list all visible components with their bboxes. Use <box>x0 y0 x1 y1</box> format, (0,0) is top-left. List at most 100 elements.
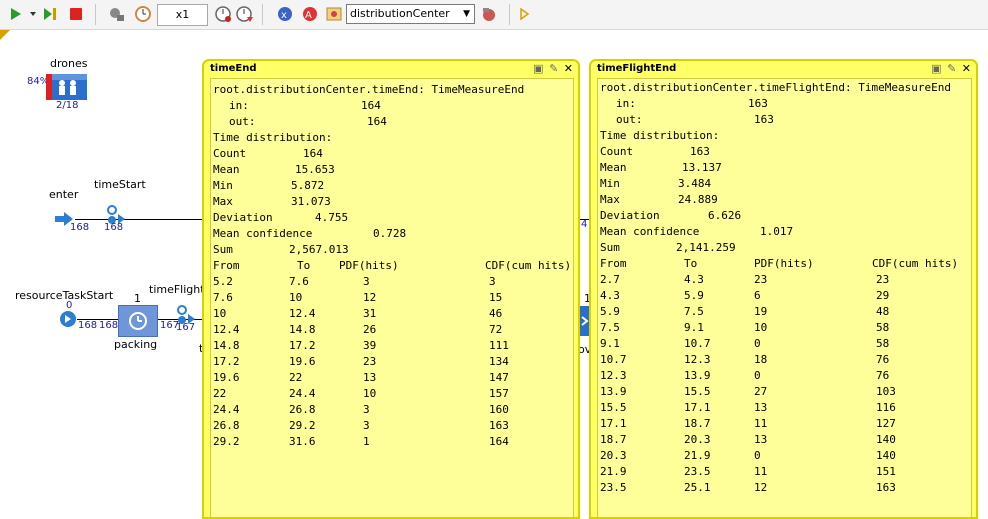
agent-select[interactable]: distributionCenter ▼ <box>346 4 475 24</box>
column-header: To <box>684 257 698 270</box>
bin-to: 5.9 <box>684 289 704 302</box>
svg-text:A: A <box>305 10 312 21</box>
out-value: 164 <box>367 115 387 128</box>
bin-to: 17.1 <box>684 401 711 414</box>
close-icon[interactable]: ✕ <box>962 62 972 75</box>
bin-from: 15.5 <box>600 401 627 414</box>
bin-pdf-hits: 12 <box>363 291 377 304</box>
minimize-icon[interactable]: ▣ <box>931 62 942 75</box>
distribution-label: Time distribution: <box>600 129 720 142</box>
bin-pdf-hits: 27 <box>754 385 768 398</box>
stat-value: 13.137 <box>682 161 722 174</box>
chevron-down-icon: ▼ <box>463 9 470 19</box>
in-label: in: <box>616 97 636 110</box>
bin-from: 2.7 <box>600 273 620 286</box>
bin-pdf-hits: 6 <box>754 289 761 302</box>
bin-to: 18.7 <box>684 417 711 430</box>
bin-pdf-hits: 13 <box>754 401 768 414</box>
speed-up-icon[interactable] <box>236 5 254 23</box>
stat-label: Deviation <box>213 211 273 224</box>
bin-to: 21.9 <box>684 449 711 462</box>
bin-cdf-hits: 76 <box>876 353 890 366</box>
bin-from: 17.1 <box>600 417 627 430</box>
stat-value: 31.073 <box>291 195 331 208</box>
bin-pdf-hits: 13 <box>754 433 768 446</box>
clock-icon <box>129 312 147 330</box>
bin-from: 10 <box>213 307 227 320</box>
bin-to: 10.7 <box>684 337 711 350</box>
clock-icon[interactable] <box>134 5 152 23</box>
slow-down-icon[interactable] <box>214 5 232 23</box>
navigate-icon[interactable]: x <box>276 5 294 23</box>
resource-task-start-icon[interactable] <box>59 310 77 328</box>
bin-pdf-hits: 13 <box>363 371 377 384</box>
bin-from: 12.3 <box>600 369 627 382</box>
bin-pdf-hits: 10 <box>363 387 377 400</box>
inspect-window-timeend[interactable]: timeEnd ▣ ✎ ✕ root.distributionCenter.ti… <box>202 59 580 519</box>
connections-icon[interactable] <box>108 5 126 23</box>
bin-pdf-hits: 11 <box>754 465 768 478</box>
bin-pdf-hits: 0 <box>754 369 761 382</box>
stat-label: Count <box>600 145 634 158</box>
stat-label: Max <box>213 195 233 208</box>
stat-value: 164 <box>303 147 323 160</box>
corner-marker-icon <box>0 30 10 40</box>
stat-label: Min <box>213 179 233 192</box>
toolbar: x1 x A distributionCenter ▼ <box>0 0 988 30</box>
out-label: out: <box>229 115 256 128</box>
bin-cdf-hits: 76 <box>876 369 890 382</box>
close-icon[interactable]: ✕ <box>564 62 574 75</box>
stat-value: 3.484 <box>678 177 712 190</box>
bin-to: 12.4 <box>289 307 316 320</box>
run-icon[interactable] <box>8 5 24 23</box>
view-icon[interactable]: A <box>301 5 319 23</box>
minimize-icon[interactable]: ▣ <box>533 62 544 75</box>
bin-pdf-hits: 23 <box>363 355 377 368</box>
run-dropdown-icon[interactable] <box>28 5 38 23</box>
bin-to: 14.8 <box>289 323 316 336</box>
stat-value: 2,141.259 <box>676 241 736 254</box>
stat-value: 2,567.013 <box>289 243 349 256</box>
bin-from: 18.7 <box>600 433 627 446</box>
bin-cdf-hits: 151 <box>876 465 896 478</box>
bin-cdf-hits: 157 <box>489 387 509 400</box>
log-icon[interactable] <box>518 5 532 23</box>
inspect-window-timeflightend[interactable]: timeFlightEnd ▣ ✎ ✕ root.distributionCen… <box>589 59 978 519</box>
connector <box>75 219 203 220</box>
bin-from: 21.9 <box>600 465 627 478</box>
bin-pdf-hits: 31 <box>363 307 377 320</box>
bin-from: 12.4 <box>213 323 240 336</box>
resourcetaskstart-left-count: 168 <box>78 320 98 331</box>
resource-pool-drones[interactable] <box>46 74 87 100</box>
bin-pdf-hits: 11 <box>754 417 768 430</box>
edge-count-fragment: 4 <box>581 219 588 230</box>
bin-to: 20.3 <box>684 433 711 446</box>
stat-value: 6.626 <box>708 209 742 222</box>
stat-label: Sum <box>600 241 620 254</box>
bin-pdf-hits: 19 <box>754 305 768 318</box>
bin-to: 7.5 <box>684 305 704 318</box>
toolbar-separator <box>95 4 96 25</box>
speed-field[interactable]: x1 <box>157 4 208 26</box>
stat-value: 1.017 <box>760 225 794 238</box>
bin-cdf-hits: 160 <box>489 403 509 416</box>
packing-top-count: 1 <box>134 292 141 305</box>
object-header: root.distributionCenter.timeEnd: TimeMea… <box>213 83 525 96</box>
bin-from: 24.4 <box>213 403 240 416</box>
bin-pdf-hits: 0 <box>754 449 761 462</box>
stat-value: 24.889 <box>678 193 718 206</box>
step-icon[interactable] <box>42 5 60 23</box>
bin-pdf-hits: 0 <box>754 337 761 350</box>
pin-icon[interactable]: ✎ <box>947 62 957 75</box>
agent-icon[interactable] <box>325 5 343 23</box>
stat-value: 0.728 <box>373 227 407 240</box>
stat-label: Max <box>600 193 620 206</box>
column-header: From <box>600 257 627 270</box>
pin-icon[interactable]: ✎ <box>549 62 559 75</box>
inspect-window-title: timeEnd <box>210 63 257 74</box>
packing-delay-block[interactable] <box>118 305 158 337</box>
bin-pdf-hits: 3 <box>363 419 370 432</box>
bin-pdf-hits: 39 <box>363 339 377 352</box>
stop-icon[interactable] <box>68 5 84 23</box>
camera-icon[interactable] <box>480 5 498 23</box>
